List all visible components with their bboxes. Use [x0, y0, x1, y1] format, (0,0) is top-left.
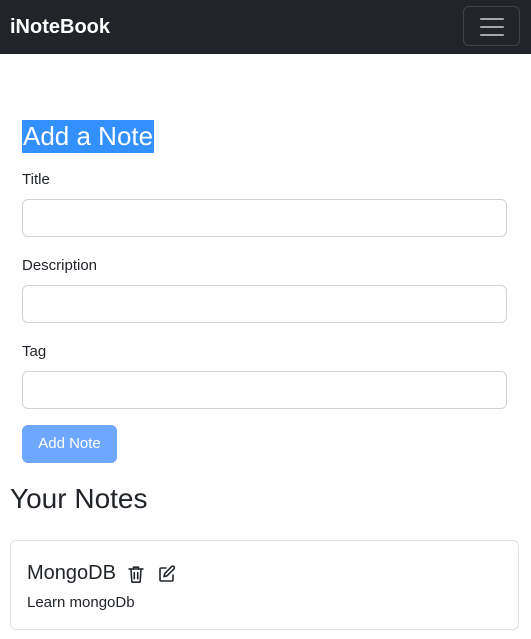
hamburger-menu-icon — [480, 18, 504, 20]
tag-label: Tag — [22, 343, 47, 360]
title-input[interactable] — [22, 199, 507, 237]
hamburger-menu-icon-bar — [480, 34, 504, 36]
add-note-button[interactable]: Add Note — [22, 425, 117, 463]
edit-icon[interactable] — [157, 564, 177, 584]
description-input[interactable] — [22, 285, 507, 323]
tag-input[interactable] — [22, 371, 507, 409]
add-note-heading: Add a Note — [22, 120, 155, 153]
trash-icon[interactable] — [126, 564, 146, 584]
note-title: MongoDB — [27, 562, 116, 584]
navbar-toggler-button[interactable] — [463, 6, 520, 46]
navbar: iNoteBook — [0, 0, 531, 54]
title-label: Title — [22, 171, 50, 188]
note-description: Learn mongoDb — [27, 594, 135, 611]
brand-logo-text[interactable]: iNoteBook — [10, 14, 110, 40]
description-label: Description — [22, 257, 98, 274]
note-card: MongoDB Learn mongoDb — [10, 540, 519, 630]
hamburger-menu-icon-bar — [480, 26, 504, 28]
your-notes-heading: Your Notes — [10, 483, 148, 514]
